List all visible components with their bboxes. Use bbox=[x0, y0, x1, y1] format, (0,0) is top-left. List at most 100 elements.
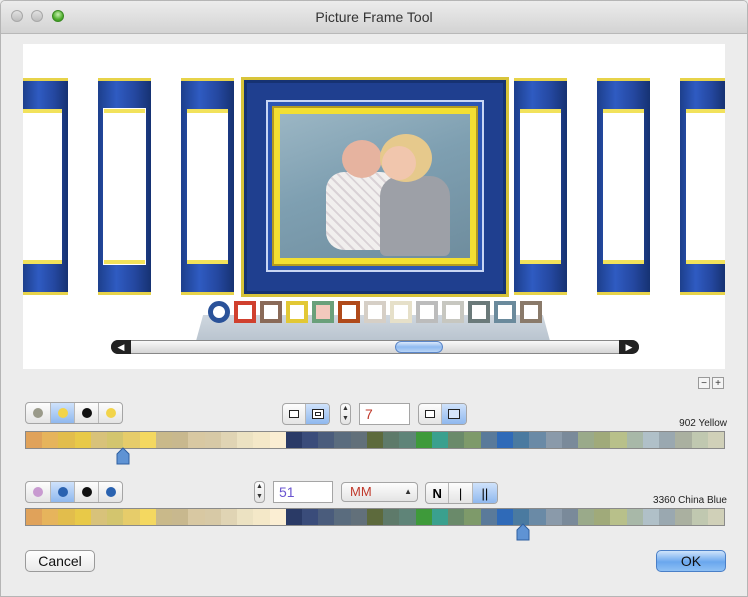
palette-swatch[interactable] bbox=[545, 509, 562, 525]
frame-swatch[interactable] bbox=[494, 301, 516, 323]
scrollbar-track[interactable] bbox=[111, 340, 639, 354]
palette-swatch[interactable] bbox=[107, 509, 124, 525]
dot-option[interactable] bbox=[51, 482, 75, 502]
palette-swatch[interactable] bbox=[301, 509, 319, 525]
palette-swatch[interactable] bbox=[529, 432, 546, 448]
palette-swatch[interactable] bbox=[123, 432, 140, 448]
scrollbar-thumb[interactable] bbox=[395, 341, 443, 353]
dot-option[interactable] bbox=[26, 403, 51, 423]
color-palette-1[interactable] bbox=[25, 431, 725, 449]
palette-swatch[interactable] bbox=[561, 509, 578, 525]
frame-sample[interactable] bbox=[23, 78, 68, 295]
palette-swatch[interactable] bbox=[675, 432, 692, 448]
palette-swatch[interactable] bbox=[594, 432, 611, 448]
frame-swatch[interactable] bbox=[208, 301, 230, 323]
dot-option[interactable] bbox=[26, 482, 51, 502]
palette-swatch[interactable] bbox=[123, 509, 140, 525]
title-bar[interactable]: Picture Frame Tool bbox=[1, 1, 747, 34]
double-mat-option[interactable] bbox=[306, 404, 329, 424]
palette-swatch[interactable] bbox=[431, 432, 449, 448]
mat-style-selector[interactable] bbox=[282, 403, 330, 425]
palette-swatch[interactable] bbox=[58, 432, 75, 448]
palette-swatch[interactable] bbox=[366, 432, 384, 448]
frame-sample[interactable] bbox=[597, 78, 650, 295]
frame-swatch[interactable] bbox=[468, 301, 490, 323]
layout-option[interactable] bbox=[419, 404, 443, 424]
palette-swatch[interactable] bbox=[480, 509, 497, 525]
ok-button[interactable]: OK bbox=[656, 550, 726, 572]
palette-swatch[interactable] bbox=[204, 432, 221, 448]
palette-swatch[interactable] bbox=[58, 509, 75, 525]
palette-swatch[interactable] bbox=[285, 432, 302, 448]
edge-style-none[interactable]: N bbox=[426, 483, 450, 503]
palette-swatch[interactable] bbox=[107, 432, 124, 448]
inner-color-dots[interactable] bbox=[25, 402, 123, 424]
palette-swatch[interactable] bbox=[350, 509, 367, 525]
palette-swatch[interactable] bbox=[42, 509, 59, 525]
palette-swatch[interactable] bbox=[139, 432, 156, 448]
palette-swatch[interactable] bbox=[90, 432, 108, 448]
palette-swatch[interactable] bbox=[642, 509, 660, 525]
palette-swatch[interactable] bbox=[448, 509, 465, 525]
dot-option[interactable] bbox=[75, 482, 99, 502]
edge-style-single[interactable]: | bbox=[449, 483, 473, 503]
frame-swatch[interactable] bbox=[286, 301, 308, 323]
frame-scrollbar[interactable]: ◀ ▶ bbox=[111, 340, 639, 354]
palette-swatch[interactable] bbox=[285, 509, 302, 525]
palette-swatch[interactable] bbox=[675, 509, 692, 525]
palette-swatch[interactable] bbox=[691, 509, 708, 525]
palette-swatch[interactable] bbox=[172, 509, 189, 525]
palette-swatch[interactable] bbox=[220, 432, 238, 448]
cancel-button[interactable]: Cancel bbox=[25, 550, 95, 572]
palette-swatch[interactable] bbox=[707, 432, 725, 448]
palette-swatch[interactable] bbox=[90, 509, 108, 525]
palette-swatch[interactable] bbox=[334, 509, 351, 525]
frame-sample[interactable] bbox=[181, 78, 234, 295]
palette-swatch[interactable] bbox=[366, 509, 384, 525]
palette-swatch[interactable] bbox=[237, 509, 254, 525]
palette-swatch[interactable] bbox=[74, 509, 91, 525]
palette-swatch[interactable] bbox=[561, 432, 578, 448]
palette-swatch[interactable] bbox=[626, 432, 643, 448]
scroll-right-arrow-icon[interactable]: ▶ bbox=[619, 340, 639, 354]
palette-swatch[interactable] bbox=[691, 432, 708, 448]
palette-swatch[interactable] bbox=[172, 432, 189, 448]
zoom-in-button[interactable]: + bbox=[712, 377, 724, 389]
palette-swatch[interactable] bbox=[188, 509, 205, 525]
layout-option-selected[interactable] bbox=[442, 404, 466, 424]
unit-popup[interactable]: MM ▲ bbox=[341, 482, 418, 502]
palette-swatch[interactable] bbox=[269, 509, 286, 525]
palette-swatch[interactable] bbox=[707, 509, 725, 525]
frame-sample[interactable] bbox=[514, 78, 567, 295]
palette-swatch[interactable] bbox=[659, 432, 676, 448]
palette-swatch[interactable] bbox=[318, 432, 335, 448]
outer-color-dots[interactable] bbox=[25, 481, 123, 503]
frame-swatch[interactable] bbox=[520, 301, 542, 323]
palette-swatch[interactable] bbox=[301, 432, 319, 448]
mat-width-field[interactable]: 7 bbox=[359, 403, 410, 425]
frame-width-field[interactable]: 51 bbox=[273, 481, 333, 503]
dot-option[interactable] bbox=[75, 403, 99, 423]
palette-swatch[interactable] bbox=[529, 509, 546, 525]
palette-swatch[interactable] bbox=[188, 432, 205, 448]
palette-swatch[interactable] bbox=[269, 432, 286, 448]
dot-option[interactable] bbox=[51, 403, 75, 423]
palette-swatch[interactable] bbox=[513, 432, 530, 448]
palette-swatch[interactable] bbox=[448, 432, 465, 448]
frame-swatch[interactable] bbox=[260, 301, 282, 323]
frame-edge-style-selector[interactable]: N | || bbox=[425, 482, 498, 504]
palette-swatch[interactable] bbox=[204, 509, 221, 525]
palette-swatch[interactable] bbox=[383, 432, 400, 448]
mat-layout-selector[interactable] bbox=[418, 403, 467, 425]
palette-swatch[interactable] bbox=[318, 509, 335, 525]
frame-sample[interactable] bbox=[98, 78, 151, 295]
palette-swatch[interactable] bbox=[431, 509, 449, 525]
palette-swatch[interactable] bbox=[545, 432, 562, 448]
palette-swatch[interactable] bbox=[155, 432, 173, 448]
frame-swatch[interactable] bbox=[338, 301, 360, 323]
palette-swatch[interactable] bbox=[237, 432, 254, 448]
palette-swatch[interactable] bbox=[464, 432, 481, 448]
frame-swatch[interactable] bbox=[234, 301, 256, 323]
dot-option[interactable] bbox=[99, 482, 122, 502]
palette-swatch[interactable] bbox=[642, 432, 660, 448]
